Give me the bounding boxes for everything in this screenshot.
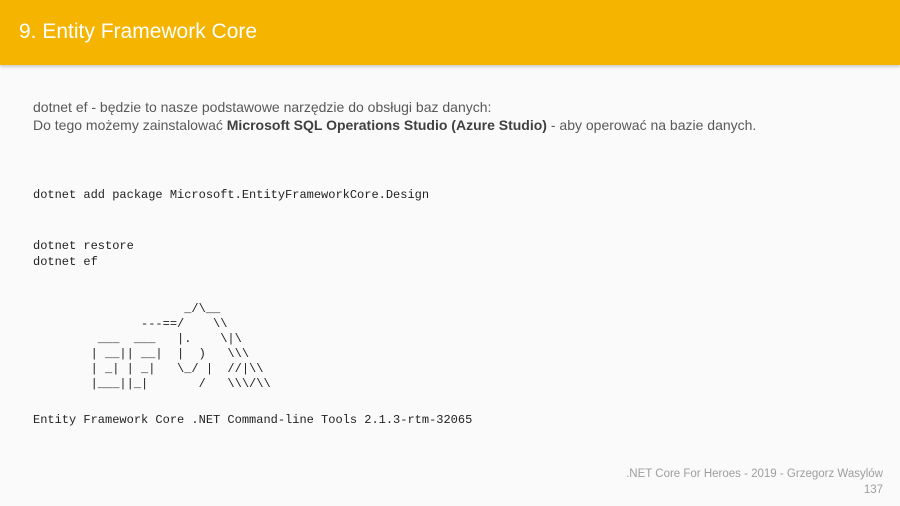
code-add-package: dotnet add package Microsoft.EntityFrame… <box>33 188 430 202</box>
title-bar: 9. Entity Framework Core <box>0 0 900 65</box>
ef-ascii-logo: _/\__ ---==/ \\ ___ ___ |. \|\ | __|| __… <box>90 302 271 391</box>
slide-body: dotnet ef - będzie to nasze podstawowe n… <box>33 98 773 134</box>
slide: 9. Entity Framework Core dotnet ef - będ… <box>0 0 900 506</box>
body-line-2-prefix: Do tego możemy zainstalować <box>33 117 227 133</box>
page-number: 137 <box>863 484 883 496</box>
code-version-output: Entity Framework Core .NET Command-line … <box>33 413 473 427</box>
azure-studio-name: Microsoft SQL Operations Studio (Azure S… <box>226 117 547 133</box>
slide-title: 9. Entity Framework Core <box>19 20 258 43</box>
body-line-2: Do tego możemy zainstalować Microsoft SQ… <box>33 116 773 134</box>
footer: .NET Core For Heroes - 2019 - Grzegorz W… <box>626 466 883 498</box>
code-restore-ef: dotnet restore dotnet ef <box>33 239 134 269</box>
footer-credit: .NET Core For Heroes - 2019 - Grzegorz W… <box>626 468 883 480</box>
body-line-1: dotnet ef - będzie to nasze podstawowe n… <box>33 99 492 115</box>
body-line-2-suffix: - aby operować na bazie danych. <box>546 117 757 133</box>
